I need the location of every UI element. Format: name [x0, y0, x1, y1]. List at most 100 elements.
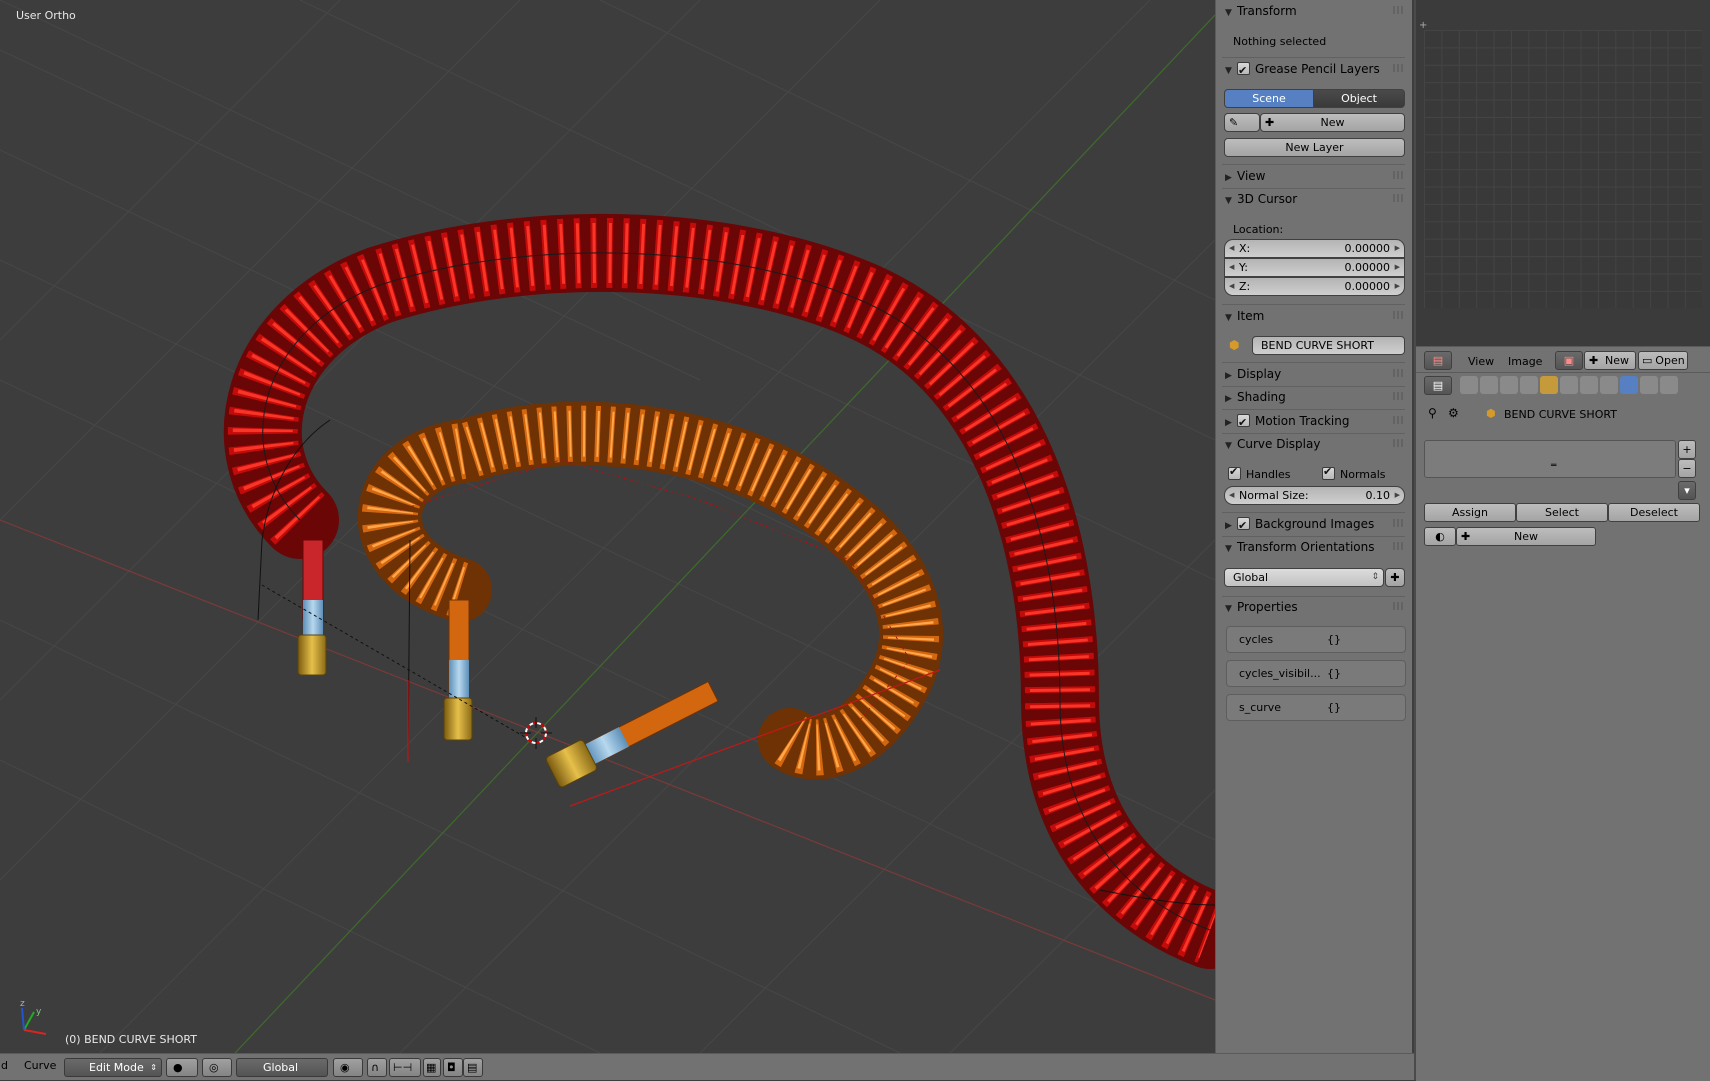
- pivot-point-dropdown[interactable]: ◎: [202, 1058, 232, 1077]
- uv-grid[interactable]: [1424, 30, 1702, 308]
- physics-tab-icon[interactable]: [1660, 376, 1678, 394]
- render-anim-button[interactable]: ▤: [463, 1058, 483, 1077]
- remove-slot-button[interactable]: −: [1678, 459, 1696, 478]
- tab-object[interactable]: Object: [1313, 89, 1405, 108]
- drag-grip-icon[interactable]: [1393, 602, 1403, 610]
- drag-grip-icon[interactable]: [1393, 6, 1403, 14]
- normals-toggle[interactable]: Normals: [1322, 465, 1386, 481]
- texture-tab-icon[interactable]: [1640, 376, 1658, 394]
- material-browse-button[interactable]: ◐: [1424, 527, 1456, 546]
- material-slot-list[interactable]: ═: [1424, 440, 1676, 478]
- tab-scene[interactable]: Scene: [1224, 89, 1314, 108]
- property-item[interactable]: cycles {}: [1226, 626, 1406, 653]
- snap-toggle[interactable]: ∩: [367, 1058, 387, 1077]
- menu-image[interactable]: Image: [1508, 355, 1542, 368]
- property-item[interactable]: s_curve {}: [1226, 694, 1406, 721]
- background-images-checkbox[interactable]: [1237, 515, 1250, 537]
- panel-3d-cursor-header[interactable]: ▼ 3D Cursor: [1216, 188, 1411, 210]
- handles-toggle[interactable]: Handles: [1228, 465, 1291, 481]
- object-tab-icon[interactable]: [1540, 376, 1558, 394]
- cursor-x-field[interactable]: ◀ X: 0.00000 ▶: [1224, 239, 1405, 258]
- orange-hose-fitting: [443, 697, 473, 741]
- panel-shading-title: Shading: [1237, 390, 1286, 404]
- properties-editor-type-dropdown[interactable]: ▤: [1424, 376, 1452, 395]
- drag-grip-icon[interactable]: [1393, 369, 1403, 377]
- cursor-y-label: Y:: [1239, 261, 1248, 274]
- panel-display-header[interactable]: ▶ Display: [1216, 363, 1411, 385]
- world-tab-icon[interactable]: [1520, 376, 1538, 394]
- cursor-z-field[interactable]: ◀ Z: 0.00000 ▶: [1224, 277, 1405, 296]
- collapsed-triangle-icon: ▶: [1225, 371, 1232, 381]
- editor-type-dropdown[interactable]: ▤: [1424, 351, 1452, 370]
- curve-menu[interactable]: Curve: [24, 1059, 56, 1072]
- viewport-shading-dropdown[interactable]: ●: [166, 1058, 198, 1077]
- property-item[interactable]: cycles_visibil... {}: [1226, 660, 1406, 687]
- normal-size-field[interactable]: ◀ Normal Size: 0.10 ▶: [1224, 486, 1405, 505]
- menu-view[interactable]: View: [1468, 355, 1494, 368]
- properties-editor: ▤ ⚲ ⚙ ⬢ BEND CURVE SHORT ═ + − ▾ Assign …: [1416, 372, 1710, 1081]
- curve-data-tab-icon[interactable]: [1600, 376, 1618, 394]
- drag-grip-icon[interactable]: [1393, 519, 1403, 527]
- 3d-viewport[interactable]: y z User Ortho (0) BEND CURVE SHORT: [0, 0, 1215, 1053]
- select-button[interactable]: Select: [1516, 503, 1608, 522]
- modifiers-tab-icon[interactable]: [1580, 376, 1598, 394]
- grease-pencil-new-button[interactable]: ✚ New: [1260, 113, 1405, 132]
- object-name-field[interactable]: BEND CURVE SHORT: [1252, 336, 1405, 355]
- orientation-select[interactable]: Global ⇕: [1224, 568, 1384, 587]
- drag-grip-icon[interactable]: [1393, 64, 1403, 72]
- render-layers-tab-icon[interactable]: [1480, 376, 1498, 394]
- proportional-edit-dropdown[interactable]: ◉: [333, 1058, 363, 1077]
- new-layer-button[interactable]: New Layer: [1224, 138, 1405, 157]
- grease-pencil-checkbox[interactable]: [1237, 60, 1250, 82]
- pencil-datablock-button[interactable]: ✎: [1224, 113, 1260, 132]
- header-truncated-menu[interactable]: d: [1, 1059, 8, 1072]
- slot-specials-button[interactable]: ▾: [1678, 481, 1696, 500]
- assign-button[interactable]: Assign: [1424, 503, 1516, 522]
- orientation-dropdown[interactable]: Global: [236, 1058, 328, 1077]
- panel-grease-pencil-header[interactable]: ▼ Grease Pencil Layers: [1216, 58, 1411, 82]
- panel-view-header[interactable]: ▶ View: [1216, 165, 1411, 187]
- panel-shading-header[interactable]: ▶ Shading: [1216, 386, 1411, 408]
- add-orientation-button[interactable]: ✚: [1385, 568, 1405, 587]
- handles-checkbox[interactable]: [1228, 465, 1241, 480]
- cursor-y-field[interactable]: ◀ Y: 0.00000 ▶: [1224, 258, 1405, 277]
- uv-image-editor[interactable]: +: [1416, 0, 1710, 346]
- drag-grip-icon[interactable]: [1393, 171, 1403, 179]
- panel-background-images-header[interactable]: ▶ Background Images: [1216, 513, 1411, 537]
- panel-motion-tracking-header[interactable]: ▶ Motion Tracking: [1216, 410, 1411, 434]
- drag-grip-icon[interactable]: [1393, 194, 1403, 202]
- drag-grip-icon[interactable]: [1393, 392, 1403, 400]
- panel-transform-orientations-header[interactable]: ▼ Transform Orientations: [1216, 536, 1411, 558]
- constraints-tab-icon[interactable]: [1560, 376, 1578, 394]
- sphere-icon: ●: [173, 1061, 183, 1074]
- drag-grip-icon[interactable]: [1393, 311, 1403, 319]
- scene-icon: ⚙: [1448, 406, 1459, 420]
- new-material-button[interactable]: ✚ New: [1456, 527, 1596, 546]
- render-tab-icon[interactable]: [1460, 376, 1478, 394]
- scene-tab-icon[interactable]: [1500, 376, 1518, 394]
- motion-tracking-checkbox[interactable]: [1237, 412, 1250, 434]
- add-slot-button[interactable]: +: [1678, 440, 1696, 459]
- material-tab-icon[interactable]: [1620, 376, 1638, 394]
- drag-grip-icon[interactable]: [1393, 439, 1403, 447]
- panel-item-header[interactable]: ▼ Item: [1216, 305, 1411, 327]
- normals-checkbox[interactable]: [1322, 465, 1335, 480]
- deselect-button[interactable]: Deselect: [1608, 503, 1700, 522]
- properties-icon: ▤: [1432, 379, 1444, 392]
- image-open-button[interactable]: ▭ Open: [1638, 351, 1688, 370]
- image-browse-button[interactable]: ▣: [1555, 351, 1583, 370]
- snap-element-dropdown[interactable]: ⊢⊣: [389, 1058, 421, 1077]
- panel-curve-display-header[interactable]: ▼ Curve Display: [1216, 433, 1411, 455]
- property-value: {}: [1327, 633, 1341, 646]
- render-button[interactable]: ◘: [443, 1058, 463, 1077]
- panel-properties-header[interactable]: ▼ Properties: [1216, 596, 1411, 618]
- panel-transform-header[interactable]: ▼ Transform: [1216, 0, 1411, 22]
- pin-icon[interactable]: ⚲: [1428, 406, 1437, 420]
- resize-handle-icon[interactable]: ═: [1551, 461, 1556, 471]
- drag-grip-icon[interactable]: [1393, 542, 1403, 550]
- grid-toggle[interactable]: ▦: [423, 1058, 441, 1077]
- orientation-label: Global: [263, 1061, 299, 1074]
- drag-grip-icon[interactable]: [1393, 416, 1403, 424]
- image-new-button[interactable]: ✚ New: [1584, 351, 1636, 370]
- mode-dropdown[interactable]: Edit Mode ⇕: [64, 1058, 162, 1077]
